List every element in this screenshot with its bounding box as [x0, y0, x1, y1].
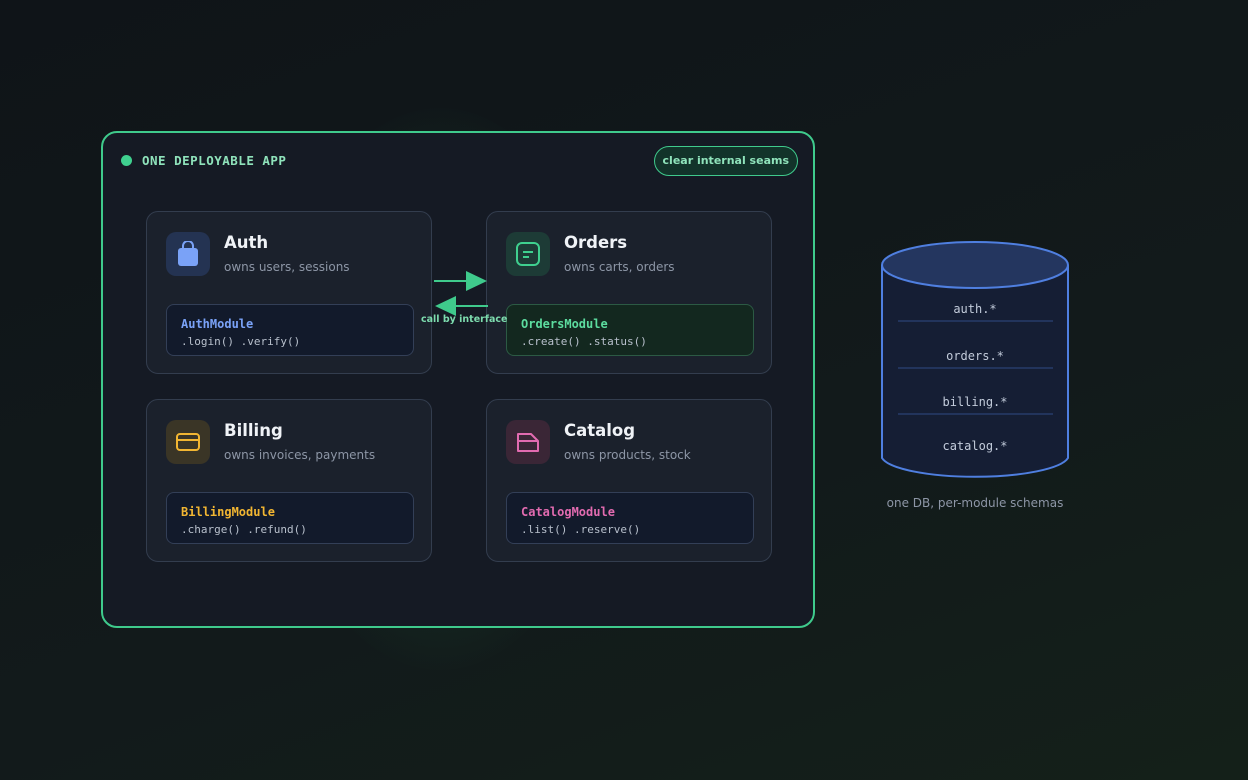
module-class-name: BillingModule: [181, 505, 275, 519]
module-description: owns invoices, payments: [224, 448, 376, 462]
credit-card-icon: [166, 420, 210, 464]
module-name: Catalog: [564, 421, 636, 440]
arrow-left-head-icon: [435, 296, 456, 316]
module-description: owns products, stock: [564, 448, 691, 462]
module-billing: Billing owns invoices, payments BillingM…: [146, 399, 432, 562]
module-description: owns users, sessions: [224, 260, 350, 274]
database-caption: one DB, per-module schemas: [886, 496, 1064, 510]
module-description: owns carts, orders: [564, 260, 675, 274]
app-title-text: ONE DEPLOYABLE APP: [142, 153, 287, 168]
module-name: Auth: [224, 233, 269, 252]
connection-label: call by interface: [421, 314, 508, 325]
arrow-right-head-icon: [466, 271, 487, 291]
module-interface-box: BillingModule .charge() .refund(): [166, 492, 414, 544]
module-catalog: Catalog owns products, stock CatalogModu…: [486, 399, 772, 562]
schema-auth: auth.*: [953, 302, 997, 316]
interface-call-arrows: [434, 271, 488, 316]
lock-icon: [166, 232, 210, 276]
module-methods: .create() .status(): [521, 335, 647, 348]
module-class-name: AuthModule: [181, 317, 254, 331]
module-auth: Auth owns users, sessions AuthModule .lo…: [146, 211, 432, 374]
app-title: ONE DEPLOYABLE APP: [121, 153, 286, 168]
module-methods: .login() .verify(): [181, 335, 301, 348]
schema-billing: billing.*: [942, 395, 1008, 409]
module-methods: .charge() .refund(): [181, 523, 307, 536]
receipt-icon: [506, 232, 550, 276]
box-icon: [506, 420, 550, 464]
module-class-name: CatalogModule: [521, 505, 615, 519]
module-name: Orders: [564, 233, 628, 252]
schema-catalog: catalog.*: [942, 439, 1008, 453]
diagram-canvas: ONE DEPLOYABLE APP clear internal seams …: [0, 0, 1248, 780]
module-class-name: OrdersModule: [521, 317, 608, 331]
schema-orders: orders.*: [946, 349, 1004, 363]
status-dot-icon: [121, 155, 132, 166]
module-interface-box: OrdersModule .create() .status(): [506, 304, 754, 356]
module-interface-box: AuthModule .login() .verify(): [166, 304, 414, 356]
module-name: Billing: [224, 421, 283, 440]
module-interface-box: CatalogModule .list() .reserve(): [506, 492, 754, 544]
module-methods: .list() .reserve(): [521, 523, 641, 536]
seams-badge: clear internal seams: [653, 146, 798, 176]
module-orders: Orders owns carts, orders OrdersModule .…: [486, 211, 772, 374]
